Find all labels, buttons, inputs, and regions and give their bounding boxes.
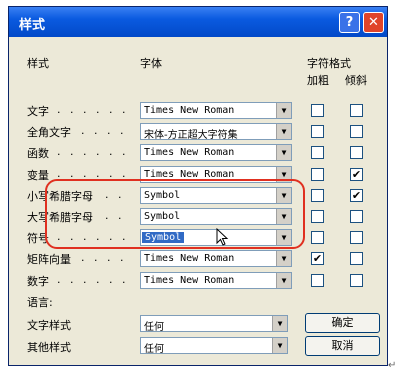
style-dialog: 样式 ? ✕ 样式 字体 字符格式 加粗 倾斜 文字 . . . . . . Tim… (8, 6, 388, 366)
dropdown-icon[interactable]: ▼ (276, 209, 291, 224)
bold-checkbox[interactable] (311, 104, 324, 117)
dropdown-icon[interactable]: ▼ (276, 230, 291, 245)
dropdown-icon[interactable]: ▼ (276, 273, 291, 288)
dropdown-icon[interactable]: ▼ (272, 316, 287, 331)
row-label: 函数 (27, 147, 49, 160)
font-select-value: Times New Roman (144, 105, 235, 116)
row-leader-dots: . . . . . . (57, 145, 129, 158)
row-label: 小写希腊字母 (27, 190, 93, 203)
title-bar: 样式 ? ✕ (9, 7, 387, 37)
dropdown-icon[interactable]: ▼ (276, 188, 291, 203)
bold-checkbox[interactable] (311, 189, 324, 202)
font-select[interactable]: Times New Roman ▼ (140, 102, 292, 119)
font-column-header: 字体 (140, 57, 162, 70)
row-leader-dots: . . . . . . (57, 167, 129, 180)
row-leader-dots: . . (105, 188, 125, 201)
row-label: 全角文字 (27, 126, 71, 139)
cancel-button[interactable]: 取消 (305, 336, 380, 356)
italic-checkbox[interactable] (350, 146, 363, 159)
other-style-value: 任何 (144, 344, 164, 355)
font-select-value: Times New Roman (144, 253, 235, 264)
row-leader-dots: . . . . . . (57, 103, 129, 116)
italic-column-header: 倾斜 (345, 74, 367, 87)
char-format-header: 字符格式 (307, 57, 351, 70)
font-select-value: Symbol (144, 211, 181, 222)
dropdown-icon[interactable]: ▼ (272, 338, 287, 353)
italic-checkbox[interactable] (350, 210, 363, 223)
bold-checkbox[interactable] (311, 274, 324, 287)
bold-checkbox[interactable]: ✔ (311, 252, 324, 265)
italic-checkbox[interactable] (350, 125, 363, 138)
bold-checkbox[interactable] (311, 210, 324, 223)
font-select[interactable]: Times New Roman ▼ (140, 144, 292, 161)
bold-checkbox[interactable] (311, 146, 324, 159)
row-leader-dots: . . . . (81, 124, 127, 137)
font-select[interactable]: Symbol ▼ (140, 187, 292, 204)
font-select-value: Symbol (144, 190, 181, 201)
font-select[interactable]: Times New Roman ▼ (140, 250, 292, 267)
language-heading: 语言: (27, 296, 53, 309)
row-label: 变量 (27, 169, 49, 182)
ok-button[interactable]: 确定 (305, 313, 380, 333)
dropdown-icon[interactable]: ▼ (276, 167, 291, 182)
dropdown-icon[interactable]: ▼ (276, 124, 291, 139)
row-leader-dots: . . . . . . (57, 230, 129, 243)
bold-checkbox[interactable] (311, 231, 324, 244)
font-select-value: Times New Roman (144, 169, 235, 180)
dialog-title: 样式 (19, 18, 46, 33)
font-select-value: Times New Roman (144, 275, 235, 286)
font-select-value: Symbol (142, 232, 185, 243)
dropdown-icon[interactable]: ▼ (276, 145, 291, 160)
font-select[interactable]: Times New Roman ▼ (140, 166, 292, 183)
row-leader-dots: . . . . . . (57, 273, 129, 286)
italic-checkbox[interactable] (350, 274, 363, 287)
text-style-label: 文字样式 (27, 319, 71, 332)
close-button[interactable]: ✕ (363, 12, 384, 33)
help-button[interactable]: ? (339, 12, 360, 33)
row-label: 数字 (27, 275, 49, 288)
row-label: 大写希腊字母 (27, 211, 93, 224)
mouse-cursor-icon (216, 228, 229, 246)
style-column-header: 样式 (27, 57, 49, 70)
italic-checkbox[interactable]: ✔ (350, 168, 363, 181)
italic-checkbox[interactable] (350, 252, 363, 265)
bold-checkbox[interactable] (311, 168, 324, 181)
other-style-select[interactable]: 任何 ▼ (140, 337, 288, 355)
font-select[interactable]: Times New Roman ▼ (140, 272, 292, 289)
bold-checkbox[interactable] (311, 125, 324, 138)
row-leader-dots: . . . . (81, 251, 127, 264)
row-label: 文字 (27, 105, 49, 118)
font-select-value: Times New Roman (144, 147, 235, 158)
text-style-select[interactable]: 任何 ▼ (140, 315, 288, 333)
dropdown-icon[interactable]: ▼ (276, 251, 291, 266)
font-select-value: 宋体-方正超大字符集 (144, 130, 238, 141)
dropdown-icon[interactable]: ▼ (276, 103, 291, 118)
row-label: 符号 (27, 232, 49, 245)
text-style-value: 任何 (144, 322, 164, 333)
font-select[interactable]: 宋体-方正超大字符集 ▼ (140, 123, 292, 141)
row-leader-dots: . . (105, 209, 125, 222)
italic-checkbox[interactable] (350, 104, 363, 117)
row-label: 矩阵向量 (27, 253, 71, 266)
font-select[interactable]: Symbol ▼ (140, 208, 292, 225)
italic-checkbox[interactable]: ✔ (350, 189, 363, 202)
other-style-label: 其他样式 (27, 341, 71, 354)
bold-column-header: 加粗 (307, 74, 329, 87)
italic-checkbox[interactable] (350, 231, 363, 244)
return-mark-icon: ↵ (388, 360, 397, 371)
